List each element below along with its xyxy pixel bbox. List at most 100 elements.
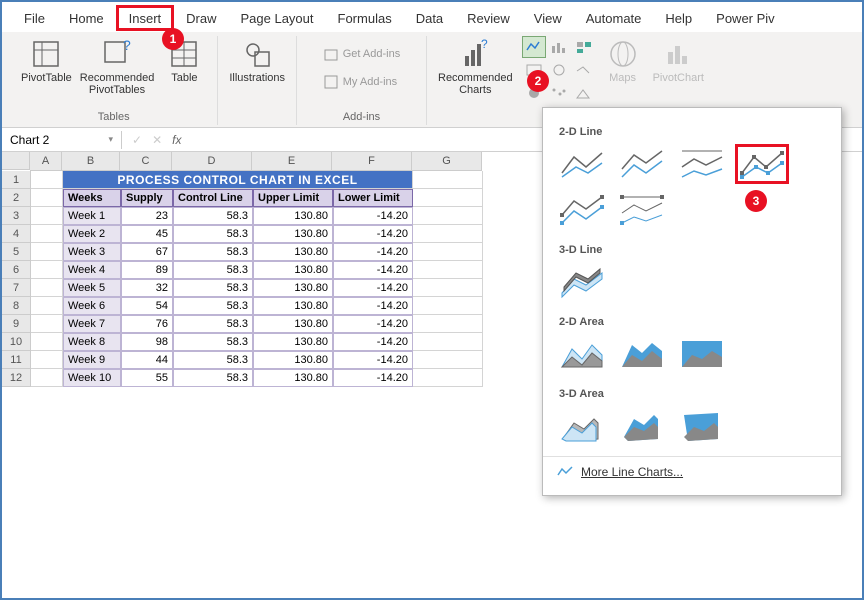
cell[interactable] (31, 279, 63, 297)
cell[interactable] (413, 297, 483, 315)
cell[interactable]: 130.80 (253, 207, 333, 225)
cell[interactable] (31, 297, 63, 315)
stacked-line-option[interactable] (615, 144, 669, 184)
cell[interactable]: 58.3 (173, 261, 253, 279)
cell[interactable]: 32 (121, 279, 173, 297)
row-header[interactable]: 1 (2, 171, 30, 189)
row-header[interactable]: 7 (2, 279, 30, 297)
cell[interactable]: Supply (121, 189, 173, 207)
cell[interactable]: 130.80 (253, 261, 333, 279)
cell[interactable]: 44 (121, 351, 173, 369)
my-addins-button[interactable]: My Add-ins (317, 72, 406, 92)
col-header[interactable]: E (252, 152, 332, 170)
cell[interactable]: 54 (121, 297, 173, 315)
cell[interactable]: PROCESS CONTROL CHART IN EXCEL (63, 171, 413, 189)
col-header[interactable]: A (30, 152, 62, 170)
maps-button[interactable]: Maps (598, 36, 648, 86)
more-line-charts-link[interactable]: More Line Charts... (543, 456, 841, 487)
cell[interactable]: Week 8 (63, 333, 121, 351)
cell[interactable]: 45 (121, 225, 173, 243)
3d-area-option[interactable] (555, 406, 609, 446)
row-header[interactable]: 2 (2, 189, 30, 207)
cell[interactable] (413, 315, 483, 333)
3d-line-option[interactable] (555, 262, 609, 302)
tab-formulas[interactable]: Formulas (326, 5, 404, 31)
cell[interactable] (413, 225, 483, 243)
cell[interactable] (31, 207, 63, 225)
cell[interactable]: 58.3 (173, 315, 253, 333)
row-header[interactable]: 3 (2, 207, 30, 225)
cell[interactable]: -14.20 (333, 315, 413, 333)
stacked-area-option[interactable] (615, 334, 669, 374)
cell[interactable]: -14.20 (333, 297, 413, 315)
recommended-pivottables-button[interactable]: ? Recommended PivotTables (77, 36, 158, 98)
cell[interactable]: 58.3 (173, 351, 253, 369)
cell[interactable]: Upper Limit (253, 189, 333, 207)
line-with-markers-option[interactable] (735, 144, 789, 184)
cell[interactable]: 23 (121, 207, 173, 225)
cell[interactable]: Weeks (63, 189, 121, 207)
row-header[interactable]: 6 (2, 261, 30, 279)
tab-home[interactable]: Home (57, 5, 116, 31)
row-header[interactable]: 9 (2, 315, 30, 333)
line-chart-option[interactable] (555, 144, 609, 184)
cell[interactable]: 76 (121, 315, 173, 333)
100-stacked-area-option[interactable] (675, 334, 729, 374)
cell[interactable] (31, 351, 63, 369)
cell[interactable] (31, 369, 63, 387)
cell[interactable]: 58.3 (173, 297, 253, 315)
cell[interactable] (31, 333, 63, 351)
recommended-charts-button[interactable]: ? Recommended Charts (435, 36, 516, 98)
cell[interactable] (413, 189, 483, 207)
tab-page-layout[interactable]: Page Layout (229, 5, 326, 31)
cell[interactable]: Week 1 (63, 207, 121, 225)
col-header[interactable]: D (172, 152, 252, 170)
column-chart-button[interactable] (547, 36, 571, 58)
3d-100-stacked-area-option[interactable] (675, 406, 729, 446)
cell[interactable]: Week 6 (63, 297, 121, 315)
tab-file[interactable]: File (12, 5, 57, 31)
cell[interactable] (413, 261, 483, 279)
col-header[interactable]: F (332, 152, 412, 170)
cell[interactable] (413, 243, 483, 261)
surface-chart-button[interactable] (572, 82, 596, 104)
row-header[interactable]: 5 (2, 243, 30, 261)
col-header[interactable]: B (62, 152, 120, 170)
cell[interactable] (31, 243, 63, 261)
tab-power-pivot[interactable]: Power Piv (704, 5, 787, 31)
cell[interactable] (413, 171, 483, 189)
cell[interactable]: 130.80 (253, 333, 333, 351)
cell[interactable]: 130.80 (253, 297, 333, 315)
tab-draw[interactable]: Draw (174, 5, 228, 31)
cell[interactable] (413, 351, 483, 369)
cell[interactable]: 130.80 (253, 243, 333, 261)
cell[interactable] (31, 315, 63, 333)
cell[interactable]: 67 (121, 243, 173, 261)
cell[interactable]: 58.3 (173, 207, 253, 225)
cell[interactable]: 130.80 (253, 225, 333, 243)
cell[interactable]: 58.3 (173, 225, 253, 243)
statistic-chart-button[interactable] (547, 59, 571, 81)
cell[interactable]: Week 10 (63, 369, 121, 387)
cell[interactable]: 58.3 (173, 369, 253, 387)
cell[interactable]: 98 (121, 333, 173, 351)
illustrations-button[interactable]: Illustrations (226, 36, 288, 86)
cell[interactable]: -14.20 (333, 351, 413, 369)
cell[interactable]: Week 5 (63, 279, 121, 297)
name-box[interactable]: Chart 2 ▾ (2, 131, 122, 149)
tab-insert[interactable]: Insert (116, 5, 175, 31)
cell[interactable] (413, 369, 483, 387)
cell[interactable]: -14.20 (333, 369, 413, 387)
cell[interactable]: 58.3 (173, 243, 253, 261)
row-header[interactable]: 12 (2, 369, 30, 387)
cell[interactable]: -14.20 (333, 207, 413, 225)
cell[interactable]: -14.20 (333, 243, 413, 261)
cell[interactable] (31, 261, 63, 279)
combo-chart-button[interactable] (572, 59, 596, 81)
scatter-chart-button[interactable] (547, 82, 571, 104)
cell[interactable]: 130.80 (253, 351, 333, 369)
cell[interactable]: Week 4 (63, 261, 121, 279)
tab-review[interactable]: Review (455, 5, 522, 31)
cell[interactable]: -14.20 (333, 225, 413, 243)
row-header[interactable]: 8 (2, 297, 30, 315)
